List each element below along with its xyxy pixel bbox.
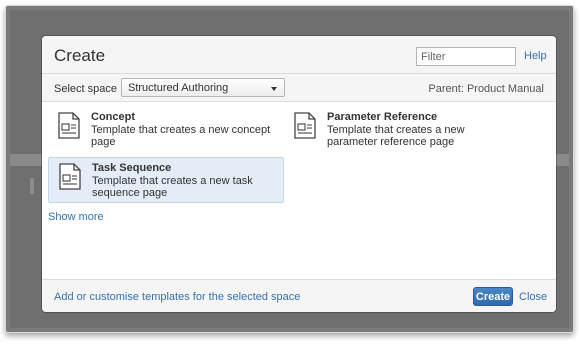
document-icon [294, 112, 316, 139]
filter-input[interactable] [416, 47, 516, 66]
customise-templates-link[interactable]: Add or customise templates for the selec… [54, 291, 300, 303]
template-description: Template that creates a new concept page [91, 124, 271, 148]
space-selector-row: Select space Structured Authoring Parent… [42, 74, 556, 102]
template-name: Task Sequence [92, 162, 172, 174]
chevron-down-icon [271, 87, 277, 91]
select-space-label: Select space [54, 83, 117, 95]
template-list: Concept Template that creates a new conc… [42, 103, 556, 279]
page-backdrop: Create Help Select space Structured Auth… [10, 10, 569, 328]
template-description: Template that creates a new parameter re… [327, 124, 465, 148]
close-link[interactable]: Close [519, 291, 547, 303]
template-concept[interactable]: Concept Template that creates a new conc… [48, 107, 284, 153]
screenshot-frame: Create Help Select space Structured Auth… [5, 5, 574, 333]
template-task-sequence[interactable]: Task Sequence Template that creates a ne… [48, 157, 284, 203]
template-name: Parameter Reference [327, 111, 438, 123]
help-link[interactable]: Help [524, 50, 547, 62]
space-select-value: Structured Authoring [128, 82, 229, 94]
space-select[interactable]: Structured Authoring [121, 78, 285, 97]
dialog-footer: Add or customise templates for the selec… [42, 279, 556, 312]
template-name: Concept [91, 111, 135, 123]
create-button[interactable]: Create [473, 287, 513, 306]
dialog-header: Create Help [42, 36, 556, 74]
backdrop-handle [30, 178, 34, 194]
document-icon [58, 112, 80, 139]
show-more-link[interactable]: Show more [48, 211, 104, 223]
parent-page-text: Parent: Product Manual [428, 83, 544, 95]
dialog-title: Create [54, 46, 106, 65]
create-dialog: Create Help Select space Structured Auth… [42, 36, 556, 312]
template-description: Template that creates a new task sequenc… [92, 175, 253, 199]
document-icon [59, 163, 81, 190]
template-parameter-reference[interactable]: Parameter Reference Template that create… [284, 107, 524, 153]
